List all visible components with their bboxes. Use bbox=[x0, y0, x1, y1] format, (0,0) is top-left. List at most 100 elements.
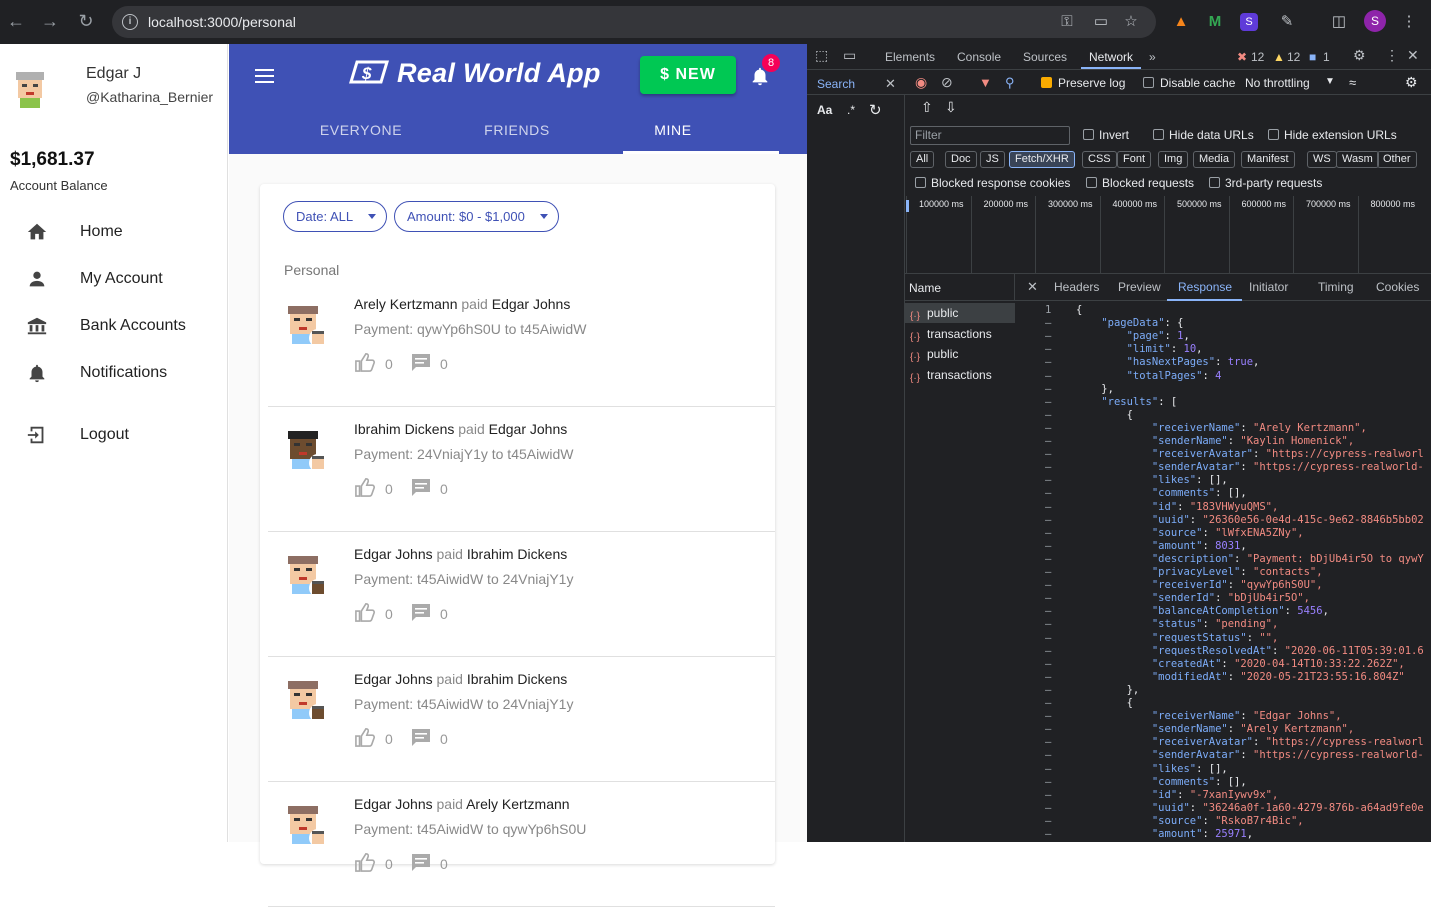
invert-checkbox[interactable] bbox=[1083, 129, 1094, 140]
name-column-header[interactable]: Name bbox=[905, 274, 1015, 301]
tab-initiator[interactable]: Initiator bbox=[1249, 280, 1288, 294]
list-item[interactable]: Arely Kertzmann paid Edgar Johns Payment… bbox=[268, 282, 775, 407]
list-item[interactable]: Edgar Johns paid Ibrahim Dickens Payment… bbox=[268, 657, 775, 782]
reload-icon[interactable]: ↻ bbox=[74, 10, 98, 32]
key-icon[interactable]: ⚿ bbox=[1056, 11, 1078, 33]
like-icon[interactable] bbox=[354, 727, 376, 747]
search-tab[interactable]: Search bbox=[817, 77, 855, 91]
new-transaction-button[interactable]: $ NEW bbox=[640, 56, 736, 94]
tab-timing[interactable]: Timing bbox=[1318, 280, 1354, 294]
warning-count[interactable]: 12 bbox=[1287, 50, 1300, 64]
message-count[interactable]: 1 bbox=[1323, 50, 1330, 64]
preserve-log-checkbox[interactable] bbox=[1041, 77, 1052, 88]
like-icon[interactable] bbox=[354, 352, 376, 372]
sidebar-item-home[interactable]: Home bbox=[0, 211, 228, 255]
clear-icon[interactable]: ⊘ bbox=[941, 74, 953, 91]
close-search-icon[interactable]: ✕ bbox=[885, 76, 896, 92]
metamask-icon[interactable]: ▲ bbox=[1170, 11, 1192, 33]
disable-cache-checkbox[interactable] bbox=[1143, 77, 1154, 88]
tab-console[interactable]: Console bbox=[957, 50, 1001, 64]
sidebar-item-bank-accounts[interactable]: Bank Accounts bbox=[0, 305, 228, 349]
app-logo[interactable]: $ Real World App bbox=[349, 58, 601, 89]
hide-data-urls-checkbox[interactable] bbox=[1153, 129, 1164, 140]
more-options-icon[interactable]: ⋮ bbox=[1385, 47, 1399, 64]
list-item[interactable]: Edgar Johns paid Ibrahim Dickens Payment… bbox=[268, 532, 775, 657]
dropdown-arrow-icon[interactable]: ▼ bbox=[1325, 76, 1335, 87]
comment-icon[interactable] bbox=[411, 853, 431, 872]
network-settings-icon[interactable]: ⚙ bbox=[1405, 74, 1418, 91]
menu-dots-icon[interactable]: ⋮ bbox=[1398, 11, 1420, 33]
sidebar-item-notifications[interactable]: Notifications bbox=[0, 352, 228, 396]
throttling-select[interactable]: No throttling bbox=[1245, 76, 1310, 90]
resource-type-filter-fetchxhr[interactable]: Fetch/XHR bbox=[1009, 151, 1075, 168]
like-icon[interactable] bbox=[354, 602, 376, 622]
record-icon[interactable]: ◉ bbox=[915, 74, 927, 91]
tab-friends[interactable]: FRIENDS bbox=[439, 122, 595, 138]
blocked-response-cookies-checkbox[interactable] bbox=[915, 177, 926, 188]
comment-icon[interactable] bbox=[411, 353, 431, 372]
resource-type-filter-doc[interactable]: Doc bbox=[945, 151, 977, 168]
refresh-search-icon[interactable]: ↻ bbox=[869, 101, 882, 119]
error-count[interactable]: 12 bbox=[1251, 50, 1264, 64]
network-request-row[interactable]: {·} public bbox=[905, 344, 1015, 364]
tab-response[interactable]: Response bbox=[1178, 280, 1232, 294]
network-conditions-icon[interactable]: ≈ bbox=[1349, 75, 1356, 90]
more-tabs-icon[interactable]: » bbox=[1149, 50, 1156, 64]
extension-s-icon[interactable]: S bbox=[1240, 13, 1258, 31]
tab-elements[interactable]: Elements bbox=[885, 50, 935, 64]
inspect-element-icon[interactable]: ⬚ bbox=[815, 47, 828, 64]
resource-type-filter-media[interactable]: Media bbox=[1193, 151, 1235, 168]
extension-m-icon[interactable]: M bbox=[1204, 11, 1226, 33]
profile-avatar[interactable]: S bbox=[1364, 10, 1386, 32]
resource-type-filter-ws[interactable]: WS bbox=[1307, 151, 1337, 168]
bookmark-star-icon[interactable]: ☆ bbox=[1120, 11, 1142, 33]
resource-type-filter-css[interactable]: CSS bbox=[1082, 151, 1117, 168]
hamburger-menu-icon[interactable] bbox=[255, 69, 274, 83]
network-request-row[interactable]: {·} transactions bbox=[905, 323, 1015, 344]
response-body[interactable]: 1{– "pageData": {– "page": 1, – "limit": … bbox=[1015, 302, 1431, 842]
match-case-toggle[interactable]: Aa bbox=[817, 103, 832, 117]
settings-gear-icon[interactable]: ⚙ bbox=[1353, 47, 1366, 64]
network-request-row[interactable]: {·} public bbox=[905, 303, 1015, 323]
third-party-requests-checkbox[interactable] bbox=[1209, 177, 1220, 188]
sidebar-item-logout[interactable]: Logout bbox=[0, 414, 228, 458]
address-bar[interactable]: i localhost:3000/personal ⚿ ▭ ☆ bbox=[112, 6, 1156, 38]
resource-type-filter-manifest[interactable]: Manifest bbox=[1241, 151, 1295, 168]
resource-type-filter-all[interactable]: All bbox=[910, 151, 935, 168]
resource-type-filter-other[interactable]: Other bbox=[1377, 151, 1417, 168]
install-app-icon[interactable]: ▭ bbox=[1090, 11, 1112, 33]
list-item[interactable]: Ibrahim Dickens paid Edgar Johns Payment… bbox=[268, 407, 775, 532]
forward-icon[interactable]: → bbox=[38, 10, 62, 32]
date-filter-button[interactable]: Date: ALL bbox=[283, 201, 387, 232]
like-icon[interactable] bbox=[354, 477, 376, 497]
tab-everyone[interactable]: EVERYONE bbox=[283, 122, 439, 138]
regex-toggle[interactable]: .* bbox=[847, 103, 855, 117]
resource-type-filter-js[interactable]: JS bbox=[980, 151, 1005, 168]
resource-type-filter-wasm[interactable]: Wasm bbox=[1336, 151, 1379, 168]
tab-preview[interactable]: Preview bbox=[1118, 280, 1161, 294]
device-toolbar-icon[interactable]: ▭ bbox=[843, 47, 856, 64]
tab-cookies[interactable]: Cookies bbox=[1376, 280, 1419, 294]
like-icon[interactable] bbox=[354, 852, 376, 872]
list-item[interactable]: Edgar Johns paid Arely Kertzmann Payment… bbox=[268, 782, 775, 907]
side-panel-icon[interactable]: ◫ bbox=[1328, 11, 1350, 33]
blocked-requests-checkbox[interactable] bbox=[1086, 177, 1097, 188]
back-icon[interactable]: ← bbox=[4, 10, 28, 32]
network-request-row[interactable]: {·} transactions bbox=[905, 364, 1015, 385]
resource-type-filter-font[interactable]: Font bbox=[1117, 151, 1152, 168]
comment-icon[interactable] bbox=[411, 478, 431, 497]
network-timeline[interactable]: 100000 ms 200000 ms 300000 ms 400000 ms 5000… bbox=[905, 196, 1431, 274]
tab-sources[interactable]: Sources bbox=[1023, 50, 1067, 64]
hide-extension-urls-checkbox[interactable] bbox=[1268, 129, 1279, 140]
search-icon[interactable]: ⚲ bbox=[1005, 75, 1015, 91]
close-details-icon[interactable]: ✕ bbox=[1027, 279, 1038, 295]
amount-filter-button[interactable]: Amount: $0 - $1,000 bbox=[394, 201, 559, 232]
site-info-icon[interactable]: i bbox=[122, 14, 138, 30]
comment-icon[interactable] bbox=[411, 728, 431, 747]
tab-mine[interactable]: MINE bbox=[595, 122, 751, 138]
tab-headers[interactable]: Headers bbox=[1054, 280, 1099, 294]
tab-network[interactable]: Network bbox=[1089, 50, 1133, 64]
import-har-icon[interactable]: ⇩ bbox=[945, 99, 957, 116]
network-filter-input[interactable]: Filter bbox=[910, 126, 1070, 145]
resource-type-filter-img[interactable]: Img bbox=[1158, 151, 1189, 168]
